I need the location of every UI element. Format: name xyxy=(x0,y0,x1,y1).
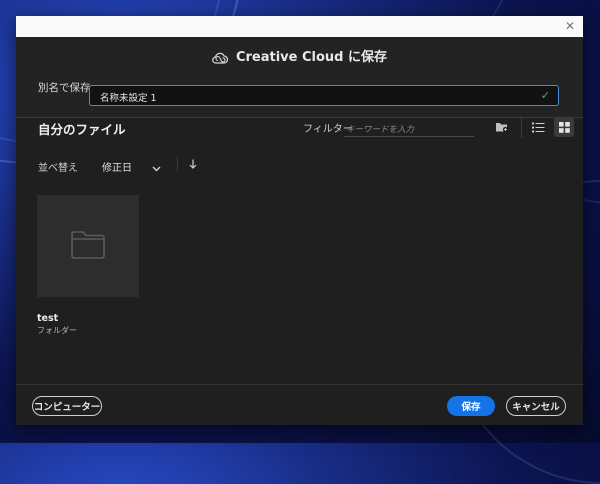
grid-view-button[interactable] xyxy=(554,117,574,137)
save-button[interactable]: 保存 xyxy=(447,396,495,416)
filename-field[interactable]: ✓ xyxy=(89,85,559,106)
computer-button[interactable]: コンピューター xyxy=(32,396,102,416)
cancel-button[interactable]: キャンセル xyxy=(506,396,566,416)
arrow-down-icon xyxy=(189,159,197,169)
sort-direction-button[interactable] xyxy=(189,159,197,172)
new-folder-icon xyxy=(496,123,509,133)
sort-divider xyxy=(177,157,178,171)
window-titlebar: ✕ xyxy=(16,16,583,37)
list-view-button[interactable] xyxy=(528,117,548,137)
sort-field-dropdown[interactable]: 修正日 xyxy=(102,159,132,174)
dialog-header: Creative Cloud に保存 別名で保存 ✓ xyxy=(16,37,583,118)
filter-input[interactable] xyxy=(344,120,474,140)
checkmark-icon: ✓ xyxy=(540,89,550,102)
grid-view-icon xyxy=(558,121,570,133)
dialog-title: Creative Cloud に保存 xyxy=(235,50,388,65)
footer-divider xyxy=(16,384,583,385)
folder-icon xyxy=(71,231,105,259)
new-folder-button[interactable] xyxy=(492,117,512,137)
folder-tile[interactable] xyxy=(37,195,139,297)
dialog-title-row: Creative Cloud に保存 xyxy=(16,46,583,68)
folder-name: test xyxy=(37,313,59,324)
save-dialog: ✕ Creative Cloud に保存 別名で保存 ✓ 自分のファイル フィル… xyxy=(16,16,583,425)
chevron-down-icon[interactable] xyxy=(152,158,161,177)
sort-label: 並べ替え xyxy=(38,163,78,174)
folder-type: フォルダー xyxy=(37,326,77,335)
toolbar-divider xyxy=(521,116,522,138)
filter-field[interactable] xyxy=(344,117,474,140)
list-view-icon xyxy=(531,122,544,132)
save-as-label: 別名で保存 xyxy=(38,82,91,94)
section-title: 自分のファイル xyxy=(38,122,126,137)
creative-cloud-logo-icon xyxy=(212,52,229,68)
filename-input[interactable] xyxy=(98,88,542,105)
close-icon[interactable]: ✕ xyxy=(565,18,575,34)
